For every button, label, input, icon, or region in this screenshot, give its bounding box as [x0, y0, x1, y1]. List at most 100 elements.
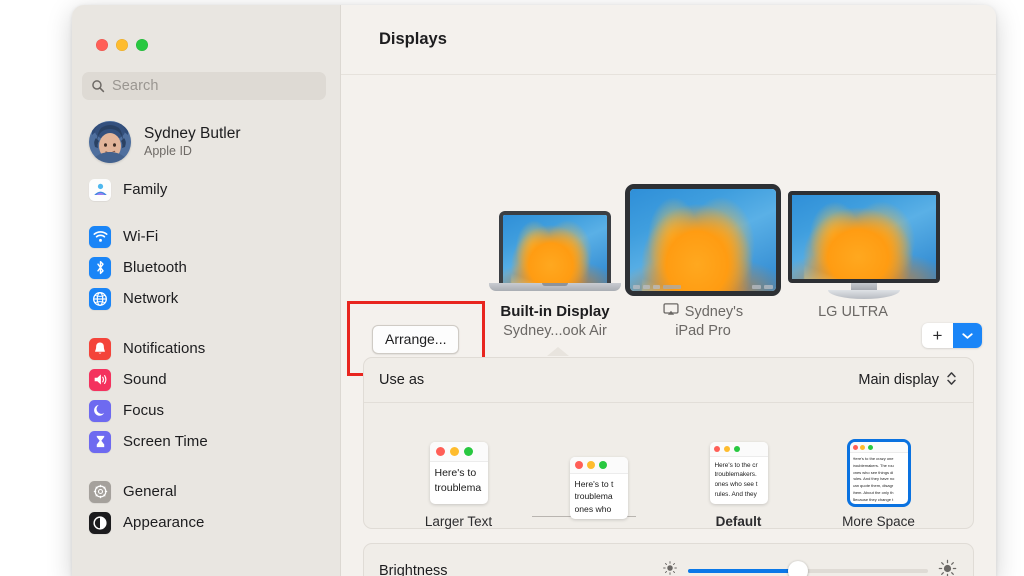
- sidebar-item-family[interactable]: Family: [72, 174, 340, 205]
- sidebar-item-label: Appearance: [123, 514, 205, 531]
- thumb-line: ones who: [574, 503, 612, 514]
- system-settings-window: Search Sydney Butler Apple ID Family Wi-…: [72, 5, 996, 576]
- thumb-line: Here's to: [434, 467, 477, 479]
- notifications-icon: [89, 337, 111, 360]
- sound-icon: [89, 368, 111, 391]
- focus-moon-icon: [89, 399, 111, 422]
- thumb-line: troublemakers.: [714, 471, 757, 479]
- sidebar-item-apple-id[interactable]: Sydney Butler Apple ID: [72, 114, 340, 170]
- ventura-wallpaper: [630, 189, 776, 291]
- account-subtitle: Apple ID: [144, 143, 192, 158]
- scaling-option-larger-text[interactable]: Here's to troublema Larger Text: [389, 442, 529, 529]
- scaling-caption: Default: [715, 514, 762, 529]
- minimize-button[interactable]: [116, 39, 128, 51]
- thumb-line: rules. And they have no: [852, 476, 895, 482]
- network-icon: [89, 287, 111, 310]
- brightness-fill: [688, 568, 799, 573]
- maximize-button[interactable]: [136, 39, 148, 51]
- display-device-built-in[interactable]: [489, 211, 621, 291]
- use-as-label: Use as: [379, 372, 425, 388]
- search-input[interactable]: Search: [82, 72, 326, 100]
- ipad-screen: [625, 184, 781, 296]
- scaling-caption: More Space: [842, 514, 915, 529]
- add-display-control[interactable]: +: [922, 323, 982, 348]
- scaling-option-2[interactable]: Here's to t troublema ones who: [529, 457, 669, 529]
- display-gallery: Built-in Display Sydney...ook Air Sydney…: [341, 75, 996, 376]
- main-body: Built-in Display Sydney...ook Air Sydney…: [341, 75, 996, 576]
- use-as-value: Main display: [858, 372, 939, 388]
- airplay-icon: [663, 303, 679, 321]
- sidebar-item-focus[interactable]: Focus: [72, 395, 340, 426]
- laptop-screen: [499, 211, 611, 283]
- brightness-slider[interactable]: [662, 559, 957, 576]
- scaling-thumbnail: Here's to troublema: [429, 442, 488, 504]
- monitor-neck: [851, 283, 877, 290]
- thumb-line: Here's to the cr: [714, 461, 758, 469]
- sidebar-item-network[interactable]: Network: [72, 283, 340, 314]
- bluetooth-icon: [89, 256, 111, 279]
- sidebar: Search Sydney Butler Apple ID Family Wi-…: [72, 5, 341, 576]
- close-button[interactable]: [96, 39, 108, 51]
- brightness-low-icon: [662, 560, 678, 576]
- use-as-row: Use as Main display: [364, 358, 973, 403]
- display-device-lg-monitor[interactable]: [788, 191, 940, 299]
- sidebar-item-notifications[interactable]: Notifications: [72, 333, 340, 364]
- avatar: [89, 121, 131, 163]
- screen-time-hourglass-icon: [89, 430, 111, 453]
- monitor-stand: [828, 290, 900, 299]
- sidebar-item-label: Family: [123, 181, 168, 198]
- selected-display-caret: [547, 347, 569, 356]
- add-display-button[interactable]: +: [922, 323, 953, 348]
- sidebar-list: Sydney Butler Apple ID Family Wi-Fi Blue…: [72, 114, 340, 538]
- brightness-card: Brightness: [363, 543, 974, 576]
- thumb-line: them. About the only th: [852, 489, 894, 495]
- sidebar-item-label: Bluetooth: [123, 259, 187, 276]
- laptop-base: [489, 283, 621, 291]
- brightness-row: Brightness: [364, 544, 973, 576]
- arrange-button[interactable]: Arrange...: [372, 325, 460, 354]
- sidebar-item-wifi[interactable]: Wi-Fi: [72, 221, 340, 252]
- display-subtitle: iPad Pro: [675, 322, 731, 339]
- sidebar-item-label: Network: [123, 290, 179, 307]
- brightness-thumb[interactable]: [788, 560, 809, 576]
- sidebar-item-label: General: [123, 483, 177, 500]
- scaling-option-more-space[interactable]: Here's to the crazy one troublemakers. T…: [809, 442, 949, 529]
- sidebar-item-appearance[interactable]: Appearance: [72, 507, 340, 538]
- chevron-updown-icon: [946, 371, 957, 390]
- sidebar-item-label: Wi-Fi: [123, 228, 159, 245]
- sidebar-item-bluetooth[interactable]: Bluetooth: [72, 252, 340, 283]
- use-as-card: Use as Main display Here's to troublema …: [363, 357, 974, 529]
- display-name: LG ULTRA: [818, 304, 888, 320]
- page-title: Displays: [379, 30, 447, 48]
- chevron-down-icon[interactable]: [953, 323, 982, 348]
- scaling-option-default[interactable]: Here's to the cr troublemakers. ones who…: [669, 442, 809, 529]
- display-name: Sydney's: [684, 304, 744, 320]
- sidebar-item-label: Sound: [123, 371, 167, 388]
- sidebar-item-screen-time[interactable]: Screen Time: [72, 426, 340, 457]
- window-traffic-lights: [72, 5, 340, 51]
- brightness-track[interactable]: [688, 560, 928, 576]
- general-gear-icon: [89, 480, 111, 503]
- thumb-line: Because they change t: [852, 496, 894, 502]
- thumb-line: troublemakers. The rou: [852, 462, 894, 468]
- ventura-wallpaper: [792, 195, 936, 279]
- scaling-thumbnail-selected: Here's to the crazy one troublemakers. T…: [849, 442, 908, 504]
- thumb-line: ones who see t: [714, 481, 758, 489]
- brightness-high-icon: [938, 559, 957, 576]
- screenshot-root: Search Sydney Butler Apple ID Family Wi-…: [0, 0, 1024, 576]
- use-as-popup-button[interactable]: Main display: [858, 371, 957, 390]
- brightness-label: Brightness: [379, 562, 448, 576]
- scaling-thumbnail: Here's to the cr troublemakers. ones who…: [709, 442, 768, 504]
- display-caption-lg: LG ULTRA: [753, 303, 953, 322]
- scaling-caption: Larger Text: [424, 514, 493, 529]
- monitor-screen: [788, 191, 940, 283]
- sidebar-item-label: Screen Time: [123, 433, 208, 450]
- sidebar-item-sound[interactable]: Sound: [72, 364, 340, 395]
- thumb-line: ones who see things di: [852, 469, 894, 475]
- scaling-thumbnail: Here's to t troublema ones who: [569, 457, 628, 519]
- account-name: Sydney Butler: [144, 124, 241, 142]
- main-content: Displays Built-in Display Sydney...ook A…: [341, 5, 996, 576]
- sidebar-item-general[interactable]: General: [72, 476, 340, 507]
- scaling-options: Here's to troublema Larger Text Here's t…: [364, 403, 973, 529]
- display-device-ipad[interactable]: [625, 184, 781, 296]
